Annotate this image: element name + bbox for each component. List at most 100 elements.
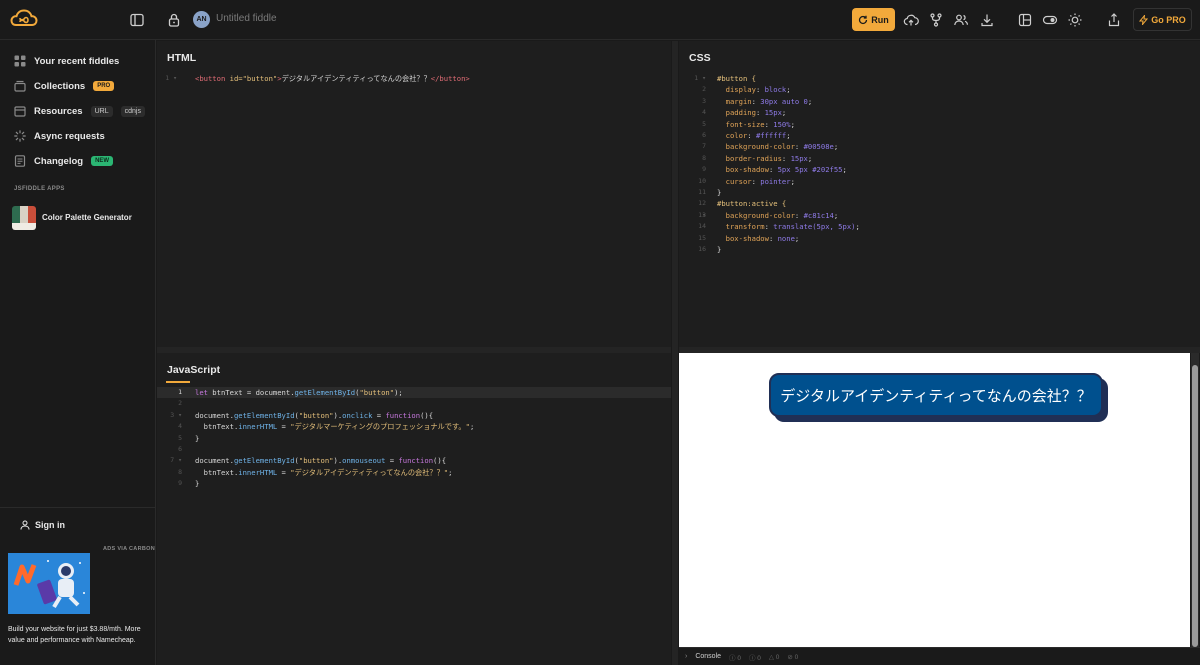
go-pro-button[interactable]: Go PRO bbox=[1133, 8, 1192, 31]
html-panel-title: HTML bbox=[167, 52, 197, 64]
js-code-line[interactable]: } bbox=[195, 433, 199, 444]
spinner-icon bbox=[14, 130, 26, 142]
share-icon[interactable] bbox=[1106, 12, 1122, 28]
color-palette-app-name[interactable]: Color Palette Generator bbox=[42, 213, 132, 222]
line-number: 10 bbox=[698, 176, 706, 185]
line-number: 1 ▾ bbox=[165, 74, 177, 82]
css-code-line[interactable]: box-shadow: none; bbox=[717, 233, 800, 244]
top-bar: AN Untitled fiddle Run Go PRO bbox=[0, 0, 1200, 40]
sign-in-button[interactable]: Sign in bbox=[20, 520, 65, 530]
line-number: 7 ▾ bbox=[170, 456, 182, 465]
line-number: 5 bbox=[178, 433, 182, 442]
js-code-line[interactable]: document.getElementById("button").onmous… bbox=[195, 455, 446, 466]
demo-button[interactable]: デジタルアイデンティティってなんの会社？？ bbox=[769, 373, 1103, 417]
avatar[interactable]: AN bbox=[193, 11, 210, 28]
line-number: 2 bbox=[178, 399, 182, 408]
cloud-upload-icon[interactable] bbox=[903, 12, 919, 28]
js-code-line[interactable]: document.getElementById("button").onclic… bbox=[195, 410, 433, 421]
sidebar-item-async-requests[interactable]: Async requests bbox=[14, 128, 105, 144]
apps-heading: JSFIDDLE APPS bbox=[14, 186, 65, 192]
document-icon bbox=[14, 155, 26, 167]
js-panel-title[interactable]: JavaScript bbox=[167, 364, 220, 376]
line-number: 15 bbox=[698, 233, 706, 242]
line-number: 2 bbox=[702, 85, 706, 94]
line-number: 16 bbox=[698, 245, 706, 253]
new-badge: NEW bbox=[91, 156, 114, 166]
line-number: 1 ▾ bbox=[694, 74, 706, 82]
info-count: ⓘ 0 bbox=[748, 654, 761, 662]
js-panel: JavaScript bbox=[157, 353, 671, 665]
sidebar-item-changelog[interactable]: Changelog NEW bbox=[14, 153, 114, 169]
console-bar[interactable]: › Console ⓘ 0 ⓘ 0 △ 0 ⊘ 0 bbox=[679, 647, 1200, 665]
css-code-line[interactable]: display: block; bbox=[717, 84, 791, 95]
css-code-line[interactable]: padding: 15px; bbox=[717, 107, 787, 118]
line-number: 1 bbox=[178, 388, 182, 396]
fiddle-title[interactable]: Untitled fiddle bbox=[216, 13, 277, 24]
css-code-line[interactable]: #button { bbox=[717, 73, 756, 84]
sun-icon[interactable] bbox=[1067, 12, 1083, 28]
bolt-icon bbox=[1139, 14, 1149, 25]
console-label: Console bbox=[695, 653, 722, 660]
css-code-line[interactable]: color: #ffffff; bbox=[717, 130, 791, 141]
users-icon[interactable] bbox=[953, 12, 969, 28]
css-code-line[interactable]: border-radius: 15px; bbox=[717, 153, 813, 164]
box-icon bbox=[14, 106, 26, 117]
vertical-splitter[interactable] bbox=[672, 41, 678, 665]
line-number: 7 bbox=[702, 142, 706, 151]
js-code-line[interactable]: btnText.innerHTML = "デジタルアイデンティティってなんの会社… bbox=[195, 467, 453, 478]
pro-badge: PRO bbox=[93, 81, 115, 91]
css-panel-title: CSS bbox=[689, 52, 711, 64]
css-code-line[interactable]: font-size: 150%; bbox=[717, 119, 795, 130]
ad-text[interactable]: Build your website for just $3.88/mth. M… bbox=[8, 624, 148, 646]
result-scrollbar-thumb[interactable] bbox=[1192, 365, 1198, 647]
fork-icon[interactable] bbox=[928, 12, 944, 28]
css-code-line[interactable]: margin: 30px auto 0; bbox=[717, 96, 813, 107]
toggle-icon[interactable] bbox=[1042, 12, 1058, 28]
line-number: 11 bbox=[698, 188, 706, 196]
css-code-line[interactable]: #button:active { bbox=[717, 198, 786, 209]
console-chevron-icon: › bbox=[685, 653, 688, 660]
js-code-line[interactable]: let btnText = document.getElementById("b… bbox=[195, 387, 403, 398]
sidebar-item-label: Collections bbox=[34, 80, 86, 92]
line-number: 13 bbox=[698, 210, 706, 219]
js-tab-underline bbox=[166, 381, 190, 383]
ad-illustration-icon bbox=[8, 553, 90, 614]
cdnjs-badge[interactable]: cdnjs bbox=[120, 105, 145, 117]
ad-image[interactable] bbox=[8, 553, 90, 614]
line-number: 4 bbox=[702, 108, 706, 117]
html-panel: HTML bbox=[157, 41, 671, 347]
ads-label[interactable]: ADS VIA CARBON bbox=[103, 546, 155, 552]
color-palette-app-icon[interactable] bbox=[12, 206, 36, 230]
line-number: 8 bbox=[178, 467, 182, 476]
line-number: 6 bbox=[178, 445, 182, 453]
sidebar-item-recent-fiddles[interactable]: Your recent fiddles bbox=[14, 53, 119, 69]
download-icon[interactable] bbox=[979, 12, 995, 28]
css-code-line[interactable]: cursor: pointer; bbox=[717, 176, 795, 187]
error-count: ⊘ 0 bbox=[787, 653, 799, 661]
css-code-line[interactable]: } bbox=[717, 244, 721, 255]
css-code-line[interactable]: transform: translate(5px, 5px); bbox=[717, 221, 860, 232]
html-code-line[interactable]: <button id="button">デジタルアイデンティティってなんの会社？… bbox=[195, 73, 470, 84]
css-code-line[interactable]: box-shadow: 5px 5px #202f55; bbox=[717, 164, 847, 175]
js-code-line[interactable]: } bbox=[195, 478, 199, 489]
layout-icon[interactable] bbox=[1017, 12, 1033, 28]
jsfiddle-logo-icon[interactable] bbox=[10, 7, 38, 33]
user-icon bbox=[20, 520, 30, 530]
css-code-line[interactable]: } bbox=[717, 187, 721, 198]
run-label: Run bbox=[871, 14, 889, 25]
line-number: 8 bbox=[702, 153, 706, 162]
line-number: 14 bbox=[698, 222, 706, 231]
url-badge[interactable]: URL bbox=[90, 105, 113, 117]
css-code-line[interactable]: background-color: #c81c14; bbox=[717, 210, 839, 221]
sidebar-item-collections[interactable]: Collections PRO bbox=[14, 78, 115, 94]
go-pro-label: Go PRO bbox=[1151, 14, 1186, 25]
run-button[interactable]: Run bbox=[852, 8, 895, 31]
line-number: 9 bbox=[702, 165, 706, 174]
css-code-line[interactable]: background-color: #00508e; bbox=[717, 141, 839, 152]
sidebar-toggle-icon[interactable] bbox=[129, 12, 145, 28]
js-code-line[interactable]: btnText.innerHTML = "デジタルマーケティングのプロフェッショ… bbox=[195, 421, 475, 432]
lock-icon[interactable] bbox=[166, 12, 182, 28]
log-count: ⓘ 0 bbox=[729, 654, 741, 662]
sidebar-item-resources[interactable]: Resources URL cdnjs bbox=[14, 103, 145, 119]
warning-count: △ 0 bbox=[768, 653, 780, 661]
